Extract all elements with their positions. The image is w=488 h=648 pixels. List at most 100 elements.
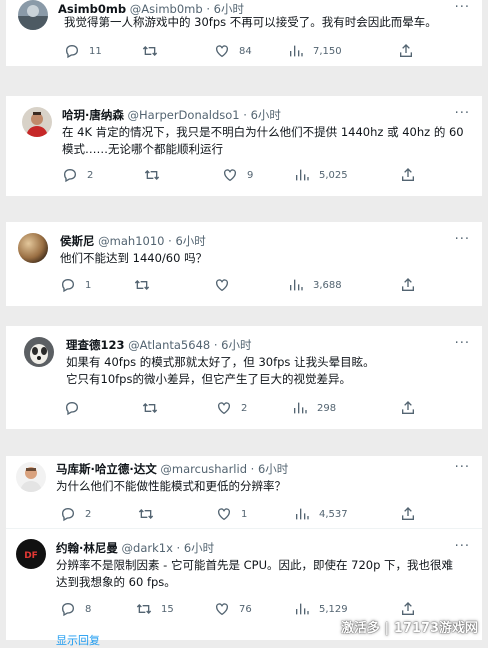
like-button[interactable]: 84 [214,43,252,59]
timestamp[interactable]: 6小时 [251,108,281,122]
retweet-button[interactable] [138,506,163,522]
reply-button[interactable] [64,400,89,416]
views-icon [296,508,309,520]
views-icon [296,169,309,181]
separator-dot: · [250,462,255,476]
separator-dot: · [168,234,172,248]
timestamp[interactable]: 6小时 [258,462,288,476]
views-button[interactable]: 7,150 [288,43,342,59]
tweet-text-line: 分辨率不是限制因素 - 它可能首先是 CPU。因此，即使在 720p 下，我也很… [56,558,454,572]
like-button[interactable]: 2 [216,400,247,416]
share-icon [402,507,414,520]
like-button[interactable]: 1 [216,506,247,522]
more-icon[interactable]: ··· [455,460,470,475]
retweet-icon [134,280,150,290]
view-count: 298 [317,402,337,414]
like-icon [216,45,228,58]
share-button[interactable] [400,167,416,183]
views-button[interactable]: 298 [292,400,336,416]
timestamp[interactable]: 6小时 [175,234,205,248]
like-icon [218,508,230,521]
svg-text:DF: DF [24,551,38,561]
author-handle[interactable]: @marcusharlid [160,462,247,476]
views-icon [290,45,303,57]
views-button[interactable]: 3,688 [288,277,342,293]
tweet-text-line: 它只有10fps的微小差异，但它产生了巨大的视觉差异。 [66,372,351,386]
like-button[interactable] [214,277,239,293]
retweet-icon [142,46,158,56]
author-handle[interactable]: @Atlanta5648 [128,338,210,352]
show-replies-link[interactable]: 显示回复 [56,632,100,648]
reply-button[interactable]: 2 [62,167,93,183]
share-button[interactable] [400,601,416,617]
tweet-card[interactable]: 马库斯·哈立德·达文 @marcusharlid · 6小时 ··· 为什么他们… [6,456,482,528]
retweet-count: 15 [161,603,174,615]
more-icon[interactable]: ··· [455,0,470,15]
like-count: 76 [239,603,252,615]
views-button[interactable]: 4,537 [294,506,348,522]
author-handle[interactable]: @mah1010 [98,234,164,248]
action-bar: 2 298 [64,400,474,416]
like-count: 9 [247,169,254,181]
retweet-button[interactable] [142,43,167,59]
view-count: 7,150 [313,45,342,57]
more-icon[interactable]: ··· [455,539,470,554]
more-icon[interactable]: ··· [455,106,470,121]
like-button[interactable]: 76 [214,601,252,617]
views-button[interactable]: 5,025 [294,167,348,183]
view-count: 3,688 [313,279,342,291]
author-name[interactable]: 哈玥·唐纳森 [62,108,124,122]
tweet-card[interactable]: 侯斯尼 @mah1010 · 6小时 ··· 他们不能达到 1440/60 吗？… [6,222,482,306]
author-handle[interactable]: @dark1x [122,541,173,555]
retweet-button[interactable]: 15 [136,601,174,617]
tweet-card[interactable]: 理查德123 @Atlanta5648 · 6小时 ··· 如果有 40fps … [6,326,482,429]
timestamp[interactable]: 6小时 [221,338,251,352]
avatar[interactable]: DF [16,539,46,569]
share-button[interactable] [400,400,416,416]
reply-count: 1 [85,279,92,291]
retweet-icon [142,403,158,413]
reply-button[interactable]: 8 [60,601,91,617]
avatar[interactable] [18,233,48,263]
tweet-text-line: 模式……无论哪个都能顺利运行 [62,142,223,156]
action-bar: 8 15 76 5,129 [60,601,470,617]
retweet-button[interactable] [142,400,167,416]
author-name[interactable]: 理查德123 [66,338,125,352]
share-icon [400,44,412,57]
reply-icon [65,44,79,59]
reply-button[interactable]: 11 [64,43,102,59]
tweet-card[interactable]: 哈玥·唐纳森 @HarperDonaldso1 · 6小时 ··· 在 4K 肯… [6,96,482,196]
author-name[interactable]: 侯斯尼 [60,234,95,248]
retweet-icon [136,604,152,614]
more-icon[interactable]: ··· [455,232,470,247]
reply-icon [61,278,75,293]
like-button[interactable]: 9 [222,167,253,183]
author-name[interactable]: 约翰·林尼曼 [56,541,118,555]
share-button[interactable] [398,43,414,59]
tweet-text: 为什么他们不能做性能模式和更低的分辨率？ [56,479,286,493]
reply-count: 11 [89,45,102,57]
avatar[interactable] [22,107,52,137]
retweet-button[interactable] [144,167,169,183]
timestamp[interactable]: 6小时 [184,541,214,555]
action-bar: 11 84 7,150 [64,43,474,59]
share-button[interactable] [400,506,416,522]
retweet-button[interactable] [134,277,159,293]
tweet-card[interactable]: Asimb0mb @Asimb0mb · 6小时 ··· 我觉得第一人称游戏中的… [6,0,482,66]
reply-button[interactable]: 1 [60,277,91,293]
share-button[interactable] [400,277,416,293]
author-handle[interactable]: @HarperDonaldso1 [128,108,240,122]
like-icon [224,169,236,182]
separator-dot: · [213,338,218,352]
avatar[interactable] [24,337,54,367]
avatar[interactable] [18,0,48,30]
views-button[interactable]: 5,129 [294,601,348,617]
more-icon[interactable]: ··· [455,336,470,351]
avatar[interactable] [16,462,46,492]
tweet-text: 他们不能达到 1440/60 吗？ [60,251,208,265]
reply-button[interactable]: 2 [60,506,91,522]
author-name[interactable]: 马库斯·哈立德·达文 [56,462,157,476]
views-icon [296,603,309,615]
reply-icon [65,401,79,416]
reply-count: 2 [87,169,94,181]
